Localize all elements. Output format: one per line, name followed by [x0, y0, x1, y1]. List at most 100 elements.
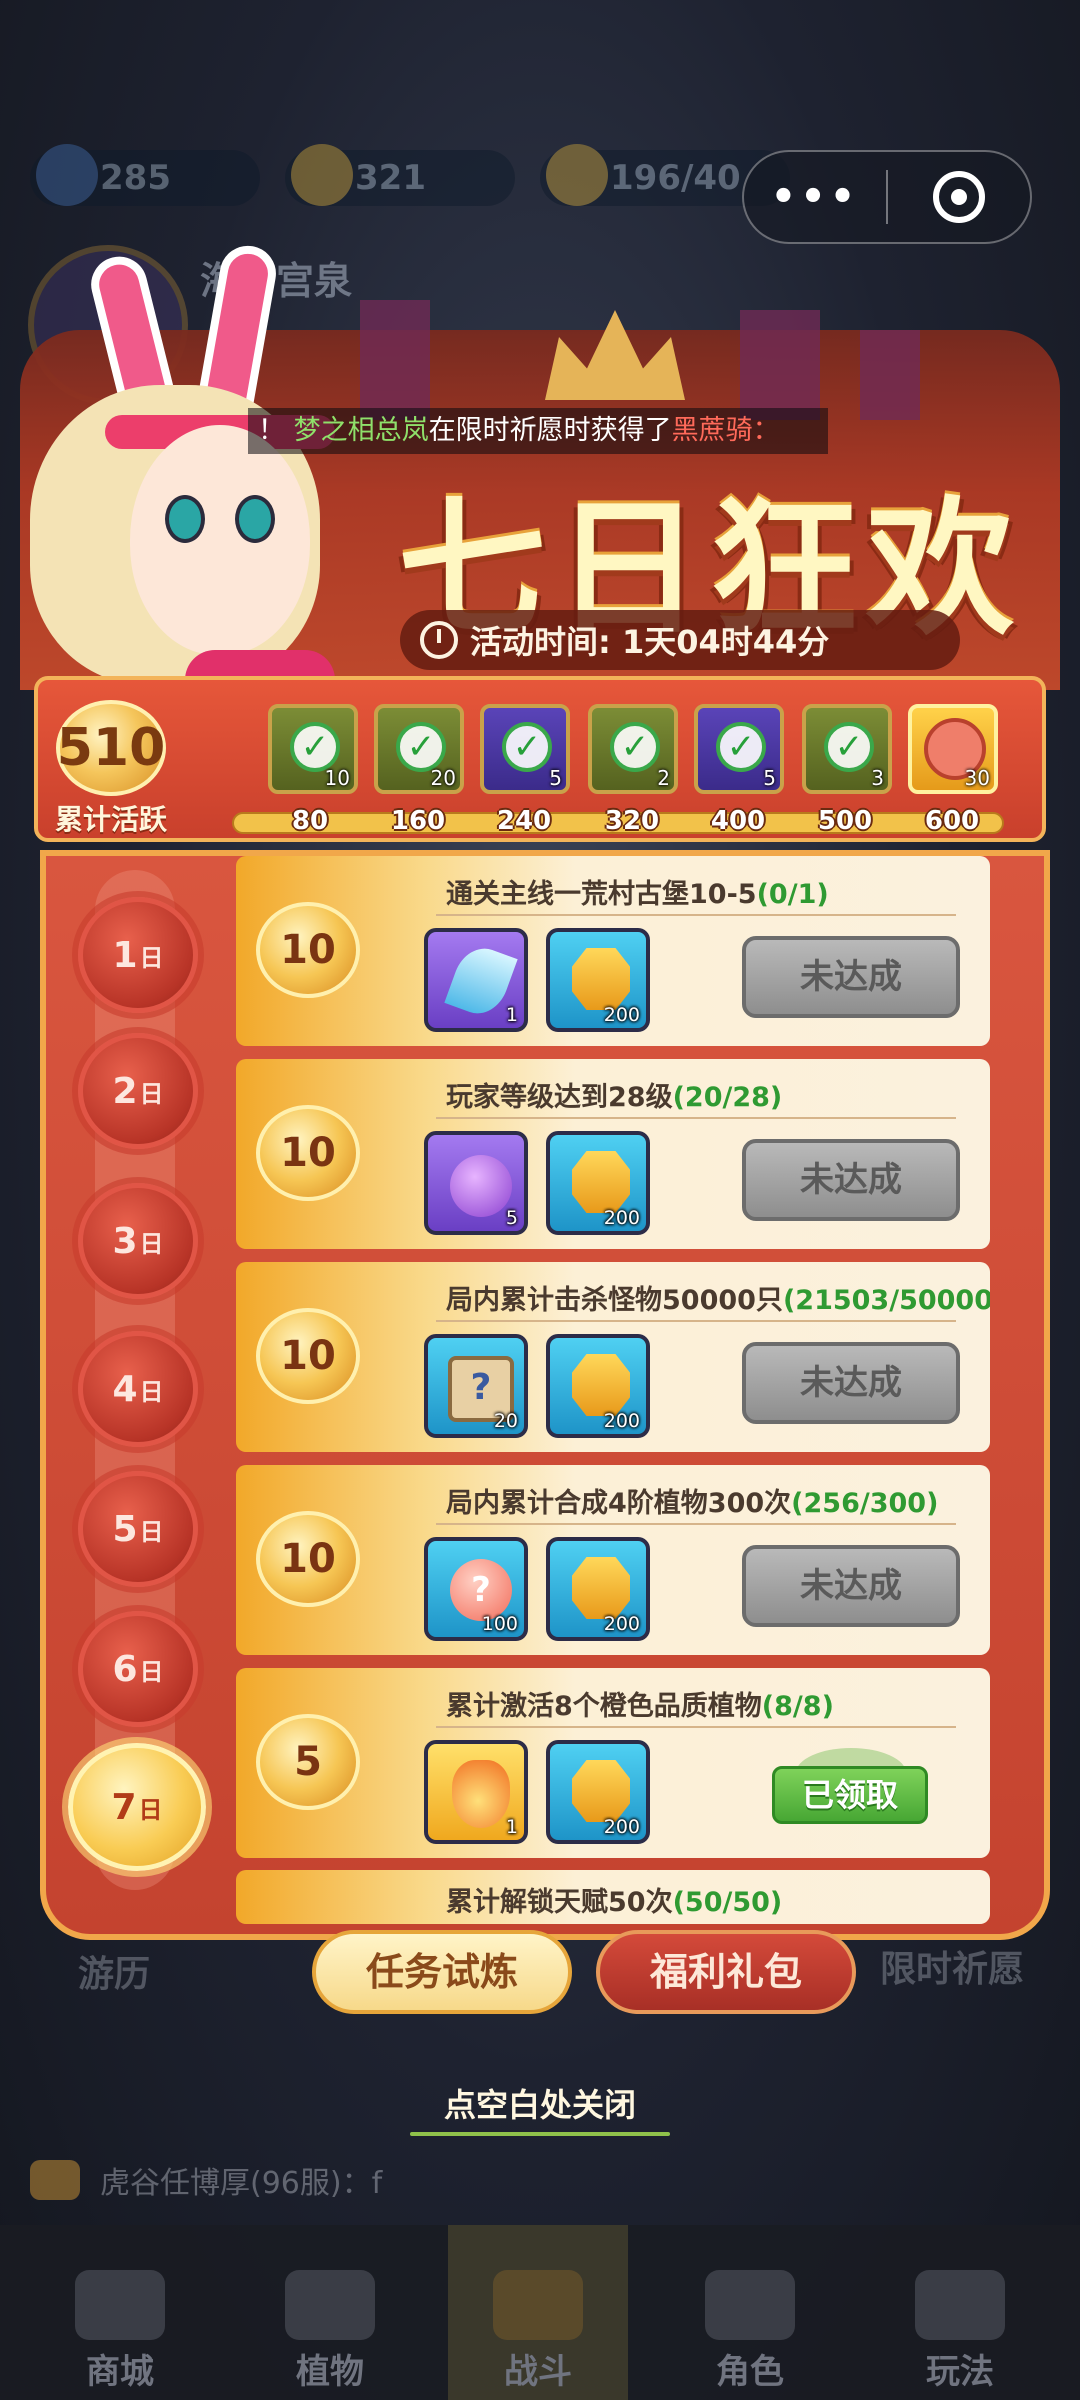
day-tab-4[interactable]: 4日	[78, 1331, 198, 1447]
not-achieved-button[interactable]: 未达成	[742, 1545, 960, 1627]
milestone-chest[interactable]: ✓ 10	[268, 704, 358, 794]
check-icon: ✓	[610, 722, 660, 772]
coin-icon	[291, 144, 353, 206]
face	[130, 425, 310, 655]
task-name: 玩家等级达到28级(20/28)	[446, 1082, 783, 1113]
broadcast-item: 黑蔗骑：	[671, 415, 780, 446]
coin-counter: 321	[285, 144, 515, 206]
milestone-chest[interactable]: ✓ 5	[480, 704, 570, 794]
nav-gameplay: 玩法	[870, 2270, 1050, 2393]
task-card: 累计解锁天赋50次(50/50)	[236, 1870, 990, 1924]
broadcast-text: 在限时祈愿时获得了	[428, 415, 672, 446]
plant-icon	[285, 2270, 375, 2340]
reward-item[interactable]: 200	[546, 1334, 650, 1438]
day-tab-7[interactable]: 7日	[68, 1743, 206, 1871]
nav-battle: 战斗	[448, 2270, 628, 2393]
gem-counter: 285	[30, 144, 260, 206]
close-miniprogram-button[interactable]	[888, 171, 1030, 223]
task-name: 局内累计合成4阶植物300次(256/300)	[446, 1488, 939, 1519]
chat-icon	[30, 2160, 80, 2200]
tab-task-trial[interactable]: 任务试炼	[312, 1930, 572, 2014]
milestone-chest[interactable]: ✓ 3	[802, 704, 892, 794]
chat-preview: 虎谷任博厚(96服)：f	[30, 2155, 382, 2205]
clock-icon	[420, 621, 458, 659]
nav-shop: 商城	[30, 2270, 210, 2393]
reward-item[interactable]: 1	[424, 928, 528, 1032]
day-tab-2[interactable]: 2日	[78, 1033, 198, 1149]
flask-icon	[452, 1760, 510, 1828]
energy-icon	[546, 144, 608, 206]
claimed-button[interactable]: 已领取	[772, 1766, 928, 1824]
gameplay-icon	[915, 2270, 1005, 2340]
close-hint[interactable]: 点空白处关闭	[390, 2080, 690, 2136]
task-name: 局内累计击杀怪物50000只(21503/50000)	[446, 1285, 990, 1316]
day-tab-1[interactable]: 1日	[78, 897, 198, 1013]
divider	[436, 1726, 956, 1728]
check-icon: ✓	[396, 722, 446, 772]
milestone-threshold: 240	[496, 806, 552, 836]
nav-plants: 植物	[240, 2270, 420, 2393]
task-points: 10	[256, 1105, 360, 1201]
gold-coin-icon	[572, 1354, 630, 1416]
gold-coin-icon	[572, 1760, 630, 1822]
gold-coin-icon	[572, 948, 630, 1010]
task-points: 10	[256, 1511, 360, 1607]
reward-item[interactable]: 200	[546, 928, 650, 1032]
timer-text: 活动时间: 1天04时44分	[470, 623, 830, 661]
more-button[interactable]: •••	[744, 174, 886, 220]
milestone-chest[interactable]: ✓ 20	[374, 704, 464, 794]
eye	[235, 495, 275, 543]
event-timer: 活动时间: 1天04时44分	[400, 610, 960, 670]
activity-total: 510	[56, 700, 166, 796]
bunny-girl-mascot	[10, 241, 370, 730]
task-name: 通关主线一荒村古堡10-5(0/1)	[446, 879, 829, 910]
battle-icon	[493, 2270, 583, 2340]
activity-total-badge: 510 累计活跃	[36, 700, 186, 836]
reward-item[interactable]: 1	[424, 1740, 528, 1844]
reward-item[interactable]: 200	[546, 1740, 650, 1844]
not-achieved-button[interactable]: 未达成	[742, 1342, 960, 1424]
broadcast-prefix: ！	[258, 415, 285, 446]
check-icon: ✓	[290, 722, 340, 772]
travel-label: 游历	[78, 1954, 151, 1995]
potion-icon	[450, 1155, 512, 1217]
limited-wish-label: 限时祈愿	[880, 1949, 1025, 1990]
reward-item[interactable]: ? 100	[424, 1537, 528, 1641]
mystery-fruit-icon: ?	[450, 1559, 512, 1621]
reward-item[interactable]: 200	[546, 1537, 650, 1641]
task-points: 10	[256, 902, 360, 998]
milestone-chest[interactable]: ✓ 2	[588, 704, 678, 794]
task-card: 10 局内累计击杀怪物50000只(21503/50000) ? 20 200 …	[236, 1262, 990, 1452]
day-tab-3[interactable]: 3日	[78, 1183, 198, 1299]
task-card: 10 通关主线一荒村古堡10-5(0/1) 1 200 未达成	[236, 856, 990, 1046]
eye	[165, 495, 205, 543]
not-achieved-button[interactable]: 未达成	[742, 936, 960, 1018]
milestone-threshold: 600	[924, 806, 980, 836]
not-achieved-button[interactable]: 未达成	[742, 1139, 960, 1221]
milestone-threshold: 160	[390, 806, 446, 836]
vine-decoration	[410, 2132, 670, 2136]
broadcast-player: 梦之相总岚	[293, 415, 429, 446]
divider	[436, 914, 956, 916]
reward-item[interactable]: 5	[424, 1131, 528, 1235]
gem-icon	[36, 144, 98, 206]
day-tab-5[interactable]: 5日	[78, 1471, 198, 1587]
task-card: 5 累计激活8个橙色品质植物(8/8) 1 200 已领取	[236, 1668, 990, 1858]
task-name: 累计解锁天赋50次(50/50)	[446, 1887, 783, 1918]
reward-item[interactable]: ? 20	[424, 1334, 528, 1438]
gold-coin-icon	[572, 1557, 630, 1619]
reward-item[interactable]: 200	[546, 1131, 650, 1235]
milestone-chest-final[interactable]: 30	[908, 704, 998, 794]
task-card: 10 玩家等级达到28级(20/28) 5 200 未达成	[236, 1059, 990, 1249]
milestone-threshold: 320	[604, 806, 660, 836]
divider	[436, 1117, 956, 1119]
day-tab-6[interactable]: 6日	[78, 1611, 198, 1727]
nav-character: 角色	[660, 2270, 840, 2393]
check-icon: ✓	[824, 722, 874, 772]
milestone-threshold: 400	[710, 806, 766, 836]
target-icon	[932, 171, 985, 223]
milestone-chest[interactable]: ✓ 5	[694, 704, 784, 794]
tab-welfare-pack[interactable]: 福利礼包	[596, 1930, 856, 2014]
miniprogram-capsule: •••	[742, 150, 1032, 244]
character-icon	[705, 2270, 795, 2340]
